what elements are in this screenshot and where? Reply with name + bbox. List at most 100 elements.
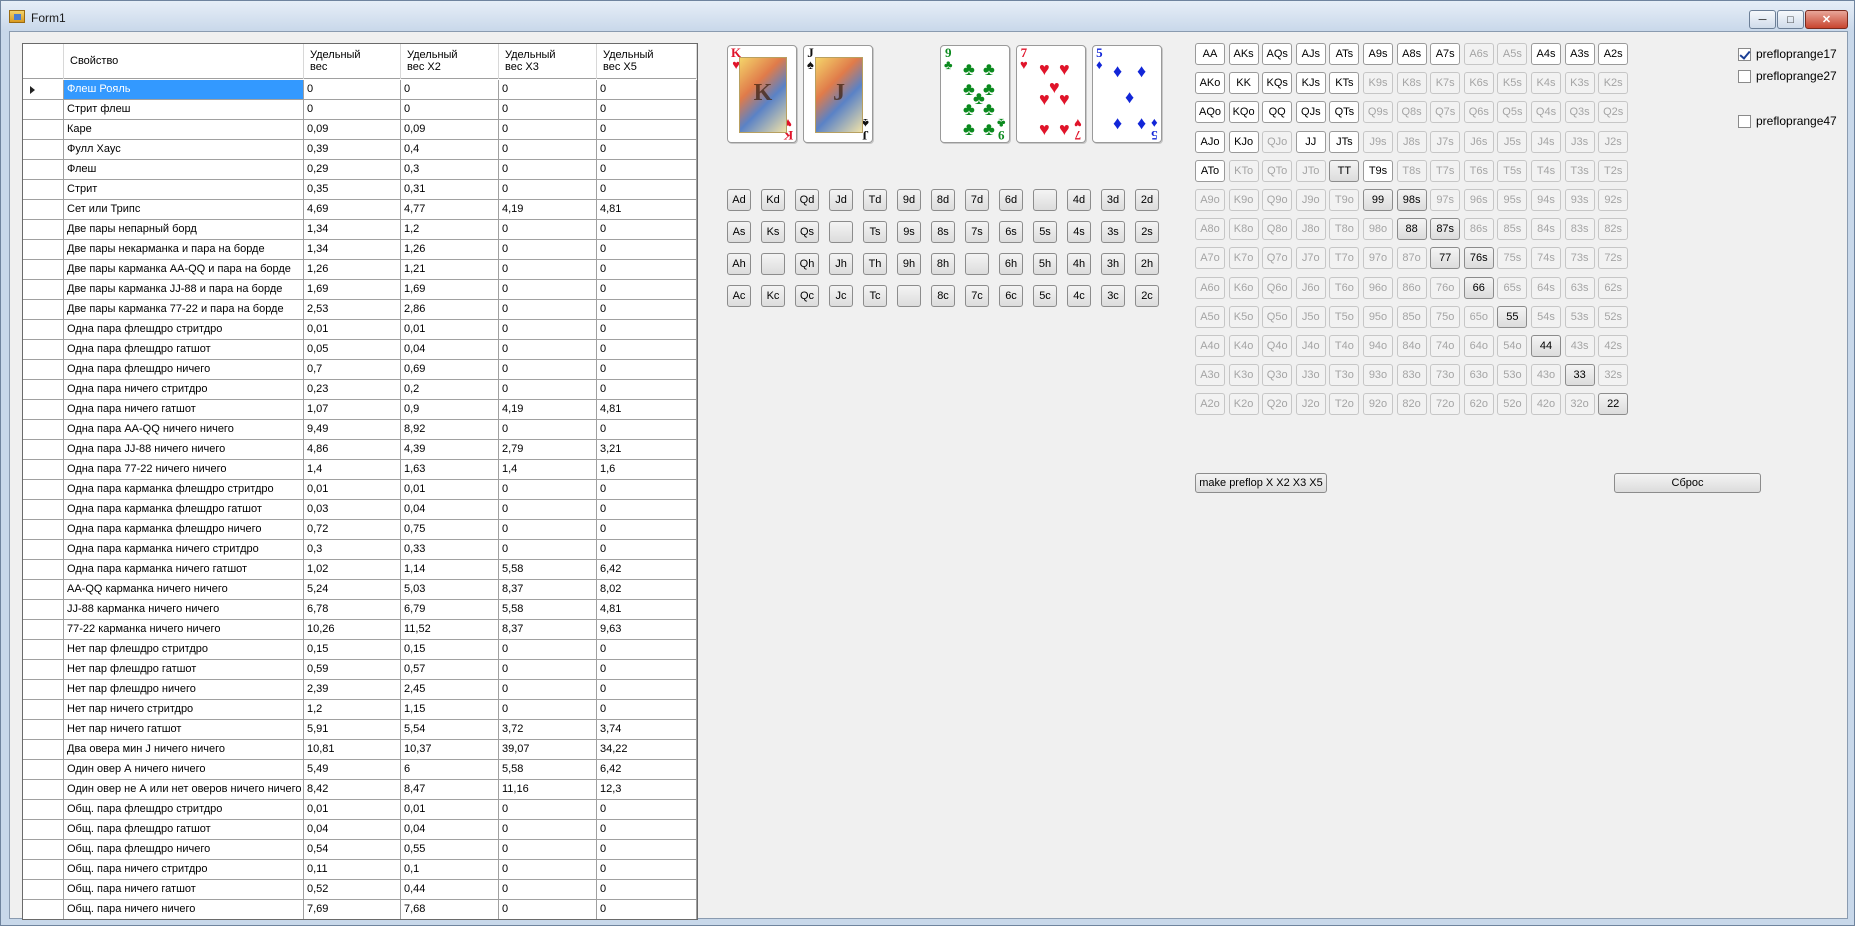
range-button-Q3o[interactable]: Q3o bbox=[1262, 364, 1293, 387]
cell-weight-x2[interactable]: 0,04 bbox=[401, 340, 499, 360]
preflop-range-checkbox[interactable]: preflop​range27 bbox=[1738, 69, 1837, 83]
cell-weight-x2[interactable]: 0,04 bbox=[401, 820, 499, 840]
table-row[interactable]: Два овера мин J ничего ничего 10,81 10,37 3… bbox=[23, 740, 697, 760]
range-button-76o[interactable]: 76o bbox=[1430, 276, 1461, 299]
range-button-84o[interactable]: 84o bbox=[1396, 335, 1427, 357]
cell-property[interactable]: Сет или Трипс bbox=[64, 200, 304, 220]
row-header[interactable] bbox=[23, 640, 64, 660]
cell-property[interactable]: Флеш bbox=[64, 160, 304, 180]
card-button-6d[interactable]: 6d bbox=[999, 189, 1023, 211]
range-button-ATo[interactable]: ATo bbox=[1195, 159, 1225, 182]
row-header[interactable] bbox=[23, 720, 64, 740]
cell-property[interactable]: Один овер А ничего ничего bbox=[64, 760, 304, 780]
range-button-97o[interactable]: 97o bbox=[1363, 247, 1393, 270]
range-button-K9s[interactable]: K9s bbox=[1363, 72, 1393, 95]
cell-weight-x3[interactable]: 0 bbox=[499, 100, 597, 120]
range-button-A9s[interactable]: A9s bbox=[1363, 43, 1393, 65]
range-button-JTo[interactable]: JTo bbox=[1295, 159, 1326, 182]
row-header[interactable] bbox=[23, 240, 64, 260]
row-header[interactable] bbox=[23, 760, 64, 780]
range-button-52s[interactable]: 52s bbox=[1598, 305, 1629, 328]
row-header[interactable] bbox=[23, 160, 64, 180]
card-button-3c[interactable]: 3c bbox=[1101, 285, 1125, 307]
cell-weight-x5[interactable]: 6,42 bbox=[597, 760, 697, 780]
range-button-T5o[interactable]: T5o bbox=[1329, 305, 1360, 328]
cell-weight-x3[interactable]: 0 bbox=[499, 900, 597, 919]
cell-weight-x2[interactable]: 1,69 bbox=[401, 280, 499, 300]
cell-weight[interactable]: 1,26 bbox=[304, 260, 401, 280]
cell-weight-x5[interactable]: 0 bbox=[597, 540, 697, 560]
column-header-weight-x3[interactable]: Удельный вес X3 bbox=[499, 44, 597, 79]
row-header[interactable] bbox=[23, 780, 64, 800]
cell-property[interactable]: Нет пар ничего гатшот bbox=[64, 720, 304, 740]
cell-weight-x2[interactable]: 0,04 bbox=[401, 500, 499, 520]
cell-weight-x3[interactable]: 5,58 bbox=[499, 560, 597, 580]
cell-property[interactable]: Общ. пара флешдро гатшот bbox=[64, 820, 304, 840]
range-button-K6s[interactable]: K6s bbox=[1463, 72, 1494, 95]
cell-weight-x5[interactable]: 4,81 bbox=[597, 200, 697, 220]
cell-weight-x5[interactable]: 0 bbox=[597, 660, 697, 680]
card-button-empty[interactable] bbox=[829, 221, 853, 243]
table-row[interactable]: Общ. пара ничего ничего 7,69 7,68 0 0 bbox=[23, 900, 697, 919]
cell-weight-x5[interactable]: 0 bbox=[597, 380, 697, 400]
cell-weight-x5[interactable]: 0 bbox=[597, 880, 697, 900]
cell-weight-x5[interactable]: 3,21 bbox=[597, 440, 697, 460]
card-button-Jh[interactable]: Jh bbox=[829, 253, 853, 275]
cell-weight-x5[interactable]: 4,81 bbox=[597, 600, 697, 620]
range-button-72o[interactable]: 72o bbox=[1430, 393, 1461, 416]
range-button-42o[interactable]: 42o bbox=[1531, 393, 1561, 416]
row-header[interactable] bbox=[23, 280, 64, 300]
cell-weight-x5[interactable]: 0 bbox=[597, 360, 697, 380]
cell-weight-x3[interactable]: 0 bbox=[499, 820, 597, 840]
range-button-92s[interactable]: 92s bbox=[1598, 189, 1629, 211]
range-button-ATs[interactable]: ATs bbox=[1329, 43, 1360, 65]
table-row[interactable]: Две пары непарный борд 1,34 1,2 0 0 bbox=[23, 220, 697, 240]
range-button-T6o[interactable]: T6o bbox=[1329, 276, 1360, 299]
card-button-Qs[interactable]: Qs bbox=[795, 221, 819, 243]
cell-property[interactable]: JJ-88 карманка ничего ничего bbox=[64, 600, 304, 620]
cell-weight-x3[interactable]: 0 bbox=[499, 140, 597, 160]
range-button-J9s[interactable]: J9s bbox=[1363, 130, 1393, 153]
table-row[interactable]: Стрит 0,35 0,31 0 0 bbox=[23, 180, 697, 200]
row-header[interactable] bbox=[23, 420, 64, 440]
range-button-KJs[interactable]: KJs bbox=[1295, 72, 1326, 95]
range-button-T8o[interactable]: T8o bbox=[1329, 218, 1360, 241]
range-button-A6o[interactable]: A6o bbox=[1195, 276, 1225, 299]
cell-property[interactable]: Одна пара флешдро ничего bbox=[64, 360, 304, 380]
cell-weight[interactable]: 2,39 bbox=[304, 680, 401, 700]
cell-property[interactable]: Две пары карманка АА-QQ и пара на борде bbox=[64, 260, 304, 280]
cell-property[interactable]: Одна пара карманка флешдро ничего bbox=[64, 520, 304, 540]
range-button-Q8o[interactable]: Q8o bbox=[1262, 218, 1293, 241]
range-button-86s[interactable]: 86s bbox=[1463, 218, 1494, 241]
range-button-J4s[interactable]: J4s bbox=[1531, 130, 1561, 153]
card-button-5h[interactable]: 5h bbox=[1033, 253, 1057, 275]
range-button-83o[interactable]: 83o bbox=[1396, 364, 1427, 387]
card-button-Ah[interactable]: Ah bbox=[727, 253, 751, 275]
cell-weight-x3[interactable]: 0 bbox=[499, 680, 597, 700]
cell-weight-x3[interactable]: 0 bbox=[499, 640, 597, 660]
properties-data-grid[interactable]: Свойство Удельный вес Удельный вес X2 Уд… bbox=[22, 43, 698, 920]
row-header[interactable] bbox=[23, 580, 64, 600]
table-row[interactable]: Нет пар ничего стритдро 1,2 1,15 0 0 bbox=[23, 700, 697, 720]
table-row[interactable]: 77-22 карманка ничего ничего 10,26 11,52 8,… bbox=[23, 620, 697, 640]
cell-weight-x2[interactable]: 0,55 bbox=[401, 840, 499, 860]
checkbox-box[interactable] bbox=[1738, 69, 1751, 83]
range-button-A5o[interactable]: A5o bbox=[1195, 305, 1225, 328]
cell-weight-x2[interactable]: 0,3 bbox=[401, 160, 499, 180]
range-button-A7o[interactable]: A7o bbox=[1195, 247, 1225, 270]
card-button-4c[interactable]: 4c bbox=[1067, 285, 1091, 307]
card-button-Qh[interactable]: Qh bbox=[795, 253, 819, 275]
cell-weight[interactable]: 0,01 bbox=[304, 480, 401, 500]
row-header[interactable] bbox=[23, 600, 64, 620]
range-button-74s[interactable]: 74s bbox=[1531, 247, 1561, 270]
range-button-Q2s[interactable]: Q2s bbox=[1598, 101, 1629, 124]
cell-weight[interactable]: 0,7 bbox=[304, 360, 401, 380]
table-row[interactable]: Общ. пара флешдро стритдро 0,01 0,01 0 0 bbox=[23, 800, 697, 820]
cell-weight-x5[interactable]: 0 bbox=[597, 100, 697, 120]
row-header[interactable] bbox=[23, 540, 64, 560]
card-button-3s[interactable]: 3s bbox=[1101, 221, 1125, 243]
range-button-72s[interactable]: 72s bbox=[1598, 247, 1629, 270]
row-header[interactable] bbox=[23, 820, 64, 840]
card-button-Th[interactable]: Th bbox=[863, 253, 887, 275]
cell-property[interactable]: Общ. пара флешдро стритдро bbox=[64, 800, 304, 820]
